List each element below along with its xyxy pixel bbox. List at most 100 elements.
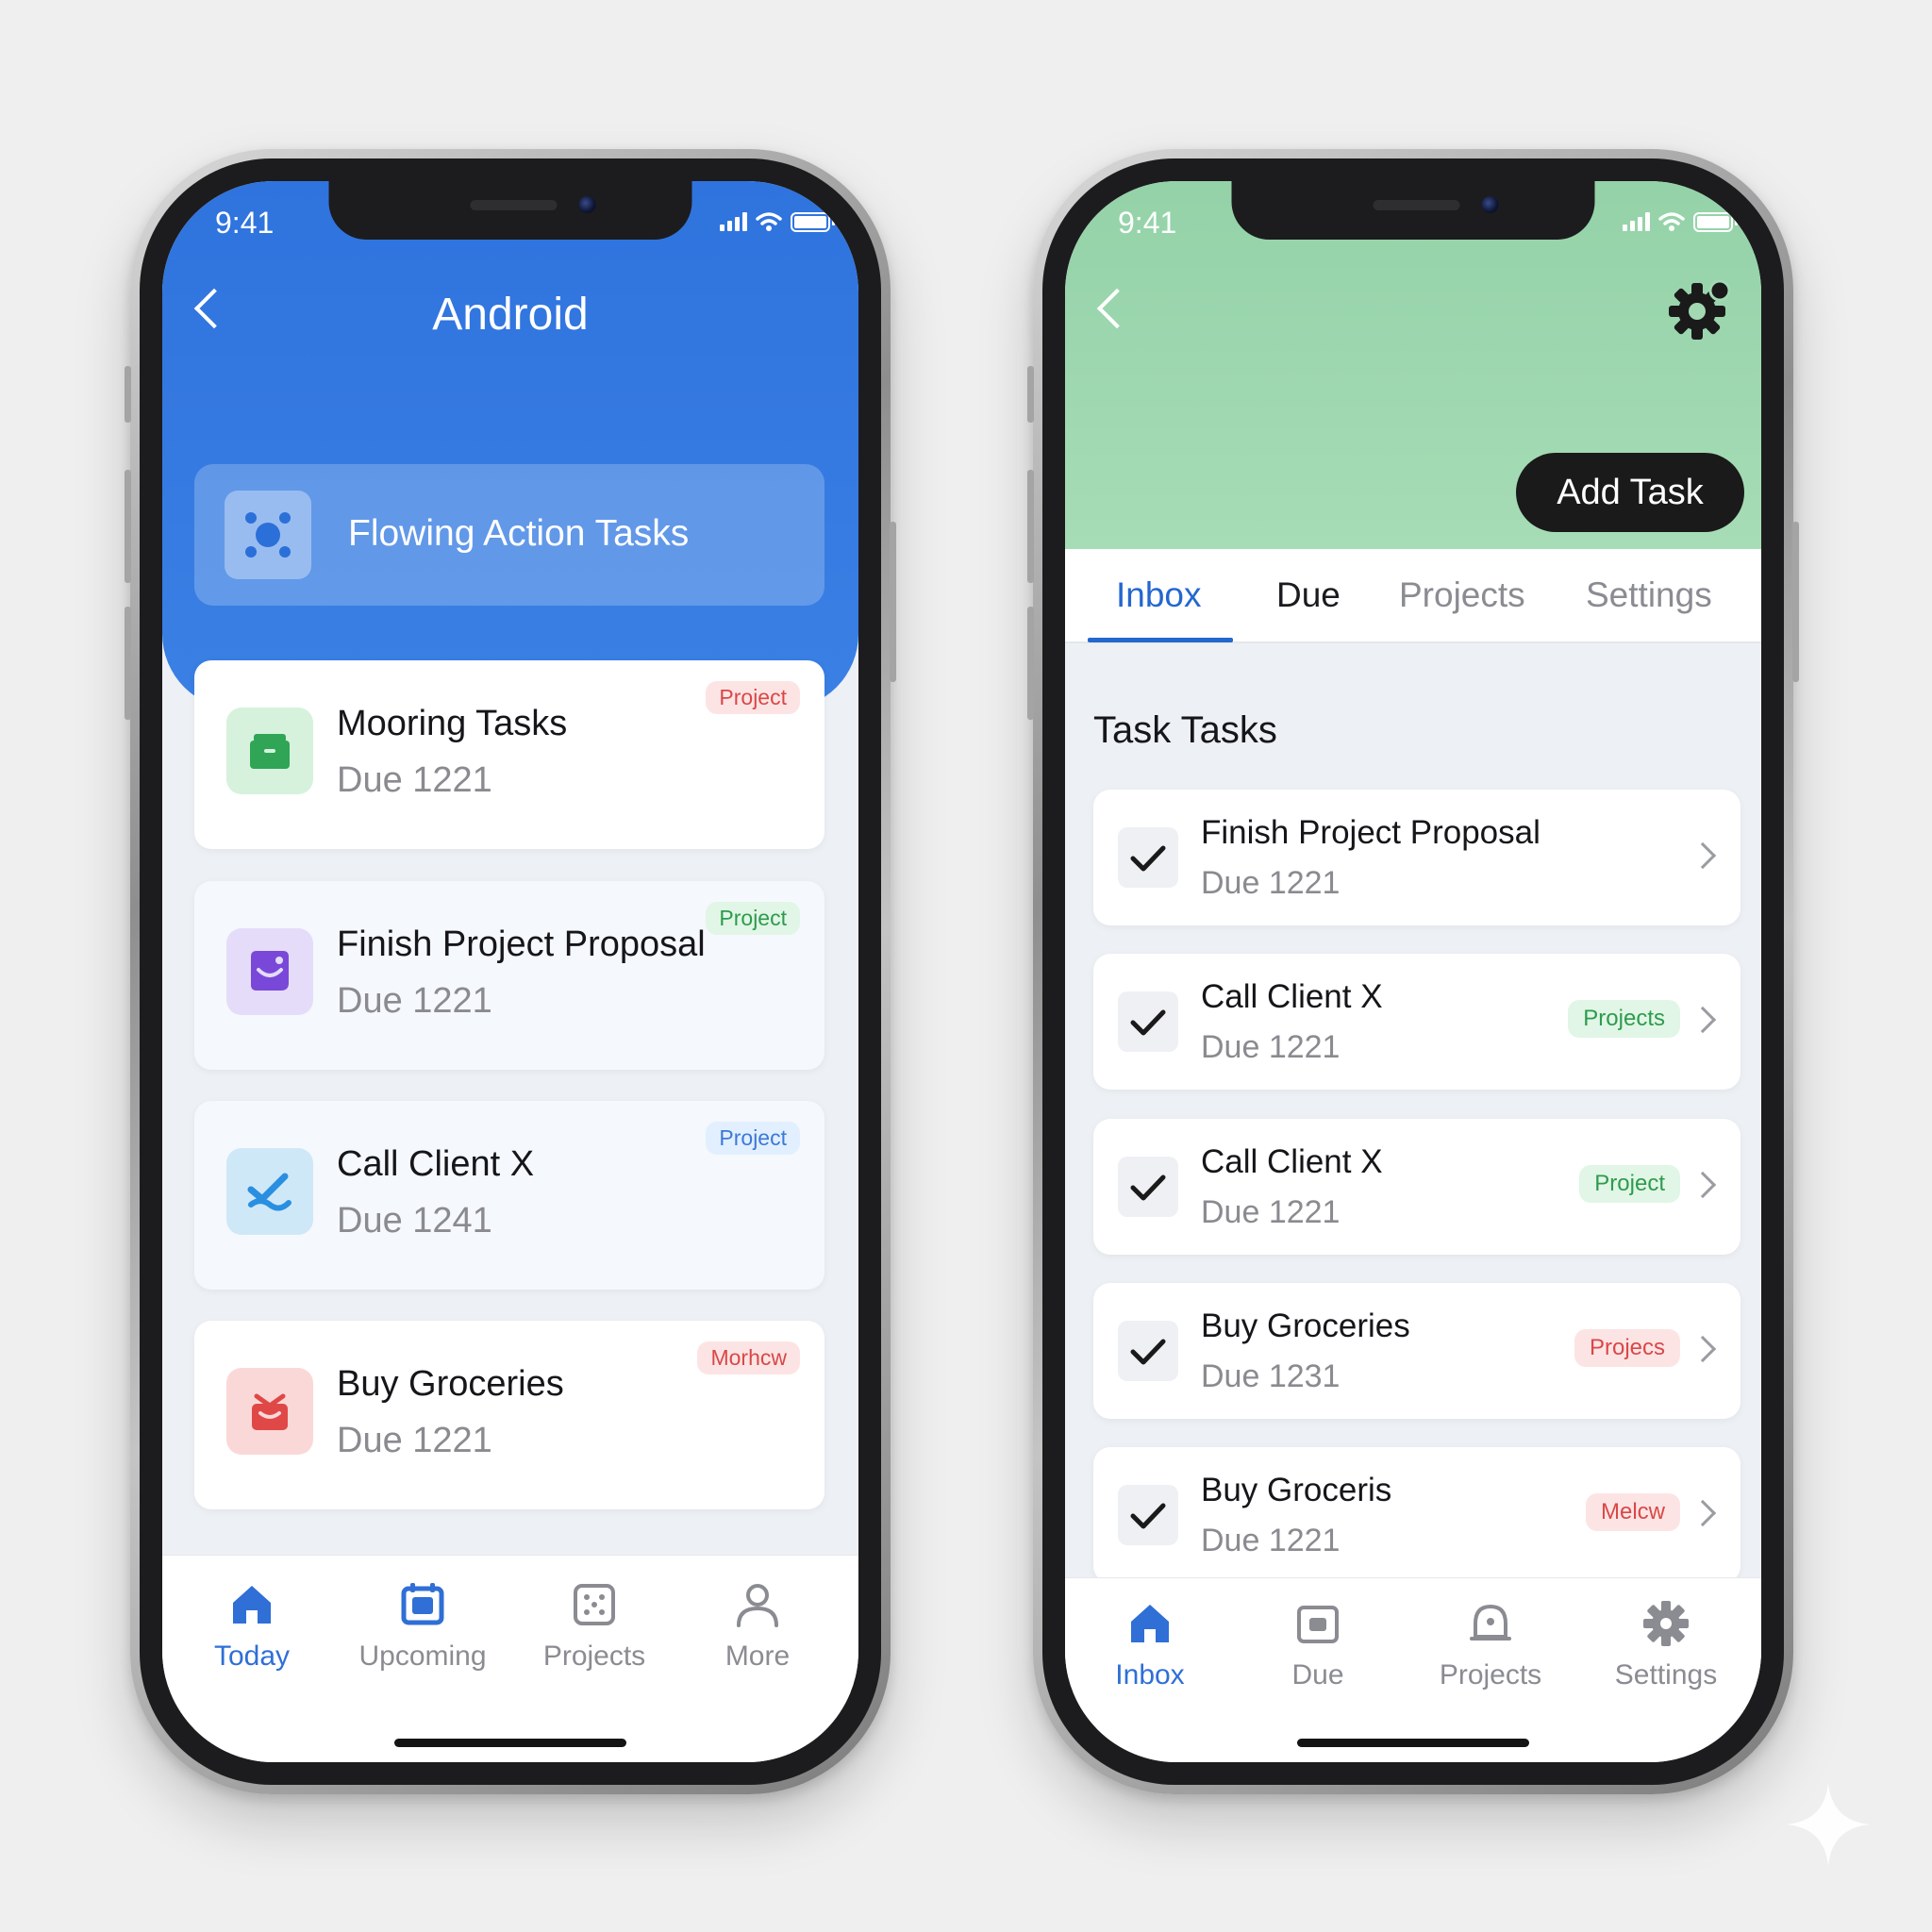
- folder-icon: [226, 708, 313, 794]
- calendar-icon: [401, 1583, 444, 1625]
- nav-projects[interactable]: Projects: [1410, 1599, 1571, 1691]
- nav-projects[interactable]: Projects: [514, 1580, 675, 1673]
- task-due: Due 1221: [1201, 1194, 1341, 1230]
- nav-label: More: [724, 1641, 791, 1672]
- front-camera: [578, 196, 596, 213]
- bottom-nav: Today Upcoming Projects More: [162, 1555, 858, 1762]
- task-row[interactable]: Buy Groceries Due 1231 Projecs: [1093, 1283, 1740, 1419]
- task-due: Due 1221: [1201, 1029, 1341, 1065]
- chat-icon: [226, 928, 313, 1015]
- nav-upcoming[interactable]: Upcoming: [342, 1580, 503, 1673]
- bag-icon: [226, 1368, 313, 1455]
- nav-label: Today: [213, 1641, 291, 1672]
- task-row[interactable]: Call Client X Due 1221 Projects: [1093, 954, 1740, 1090]
- task-title: Finish Project Proposal: [337, 924, 706, 964]
- battery-icon: [791, 211, 835, 232]
- section-title: Task Tasks: [1093, 709, 1277, 751]
- volume-down-button: [125, 607, 131, 720]
- home-icon: [1131, 1605, 1169, 1642]
- page-title: Android: [432, 290, 589, 340]
- notch: [328, 181, 692, 240]
- nav-today[interactable]: Today: [172, 1580, 332, 1673]
- nav-label: Due: [1291, 1659, 1344, 1690]
- check-icon: [1130, 1503, 1166, 1529]
- check-icon: [1130, 1009, 1166, 1036]
- mute-switch: [125, 366, 131, 423]
- settings-gear-icon[interactable]: [1665, 275, 1733, 343]
- nav-label: Inbox: [1115, 1659, 1185, 1690]
- tab-settings[interactable]: Settings: [1586, 575, 1712, 615]
- bottom-nav: Inbox Due Projects Settings: [1065, 1577, 1761, 1762]
- project-badge: Project: [706, 681, 800, 714]
- bell-icon: [1470, 1605, 1511, 1641]
- volume-up-button: [125, 470, 131, 583]
- nav-due[interactable]: Due: [1238, 1599, 1398, 1691]
- task-title: Call Client X: [337, 1144, 535, 1184]
- left-phone: 9:41 Android Flowing Action Tasks Moorin…: [125, 149, 896, 1794]
- nav-settings[interactable]: Settings: [1586, 1599, 1746, 1691]
- task-title: Buy Groceris: [1201, 1472, 1392, 1508]
- person-icon: [737, 1584, 778, 1627]
- flowing-action-banner[interactable]: Flowing Action Tasks: [194, 464, 824, 606]
- project-badge: Melcw: [1585, 1493, 1680, 1531]
- check-wave-icon: [226, 1148, 313, 1235]
- project-badge: Project: [706, 1122, 800, 1155]
- volume-down-button: [1027, 607, 1034, 720]
- status-time: 9:41: [215, 206, 275, 240]
- gear-icon: [1643, 1601, 1689, 1646]
- add-task-button[interactable]: Add Task: [1516, 453, 1744, 532]
- nav-label: Upcoming: [358, 1641, 487, 1672]
- task-due: Due 1221: [1201, 1523, 1341, 1558]
- project-badge: Projects: [1568, 1000, 1680, 1038]
- nav-label: Settings: [1614, 1659, 1718, 1690]
- task-card[interactable]: Call Client X Due 1241 Project: [194, 1101, 824, 1290]
- task-card[interactable]: Mooring Tasks Due 1221 Project: [194, 660, 824, 849]
- dice-icon: [574, 1584, 615, 1625]
- nav-label: Projects: [542, 1641, 646, 1672]
- chevron-right-icon: [1689, 1171, 1717, 1199]
- active-tab-indicator: [1088, 638, 1233, 642]
- wifi-icon: [1658, 212, 1685, 231]
- project-badge: Project: [1579, 1165, 1680, 1203]
- mute-switch: [1027, 366, 1034, 423]
- app-header: [162, 181, 858, 709]
- check-icon: [1130, 1339, 1166, 1365]
- signal-icon: [720, 212, 747, 231]
- signal-icon: [1623, 212, 1650, 231]
- project-badge: Projecs: [1574, 1329, 1680, 1367]
- task-card[interactable]: Finish Project Proposal Due 1221 Project: [194, 881, 824, 1070]
- volume-up-button: [1027, 470, 1034, 583]
- nav-label: Projects: [1439, 1659, 1542, 1690]
- task-row[interactable]: Buy Groceris Due 1221 Melcw: [1093, 1447, 1740, 1583]
- task-due: Due 1221: [337, 1421, 492, 1460]
- task-due: Due 1241: [337, 1201, 492, 1241]
- home-icon: [233, 1586, 271, 1624]
- notch: [1231, 181, 1595, 240]
- check-icon: [1130, 1174, 1166, 1201]
- tab-bar: Inbox Due Projects Settings: [1065, 549, 1761, 643]
- nav-more[interactable]: More: [677, 1580, 838, 1673]
- wifi-icon: [756, 212, 782, 231]
- checkbox[interactable]: [1118, 827, 1178, 888]
- chevron-right-icon: [1689, 1499, 1717, 1527]
- home-indicator: [394, 1739, 626, 1747]
- nav-inbox[interactable]: Inbox: [1070, 1599, 1230, 1691]
- chevron-right-icon: [1689, 1006, 1717, 1034]
- sparkle-icon: [1787, 1783, 1870, 1866]
- checkbox[interactable]: [1118, 1321, 1178, 1381]
- checkbox[interactable]: [1118, 991, 1178, 1052]
- task-due: Due 1221: [1201, 865, 1341, 901]
- home-indicator: [1297, 1739, 1529, 1747]
- tab-inbox[interactable]: Inbox: [1116, 575, 1202, 615]
- checkbox[interactable]: [1118, 1485, 1178, 1545]
- task-title: Buy Groceries: [1201, 1307, 1410, 1344]
- task-title: Finish Project Proposal: [1201, 814, 1541, 851]
- checkbox[interactable]: [1118, 1157, 1178, 1217]
- tab-due[interactable]: Due: [1276, 575, 1341, 615]
- tab-projects[interactable]: Projects: [1399, 575, 1525, 615]
- task-row[interactable]: Call Client X Due 1221 Project: [1093, 1119, 1740, 1255]
- task-row[interactable]: Finish Project Proposal Due 1221: [1093, 790, 1740, 925]
- power-button: [890, 522, 896, 682]
- left-screen: 9:41 Android Flowing Action Tasks Moorin…: [162, 181, 858, 1762]
- task-card[interactable]: Buy Groceries Due 1221 Morhcw: [194, 1321, 824, 1509]
